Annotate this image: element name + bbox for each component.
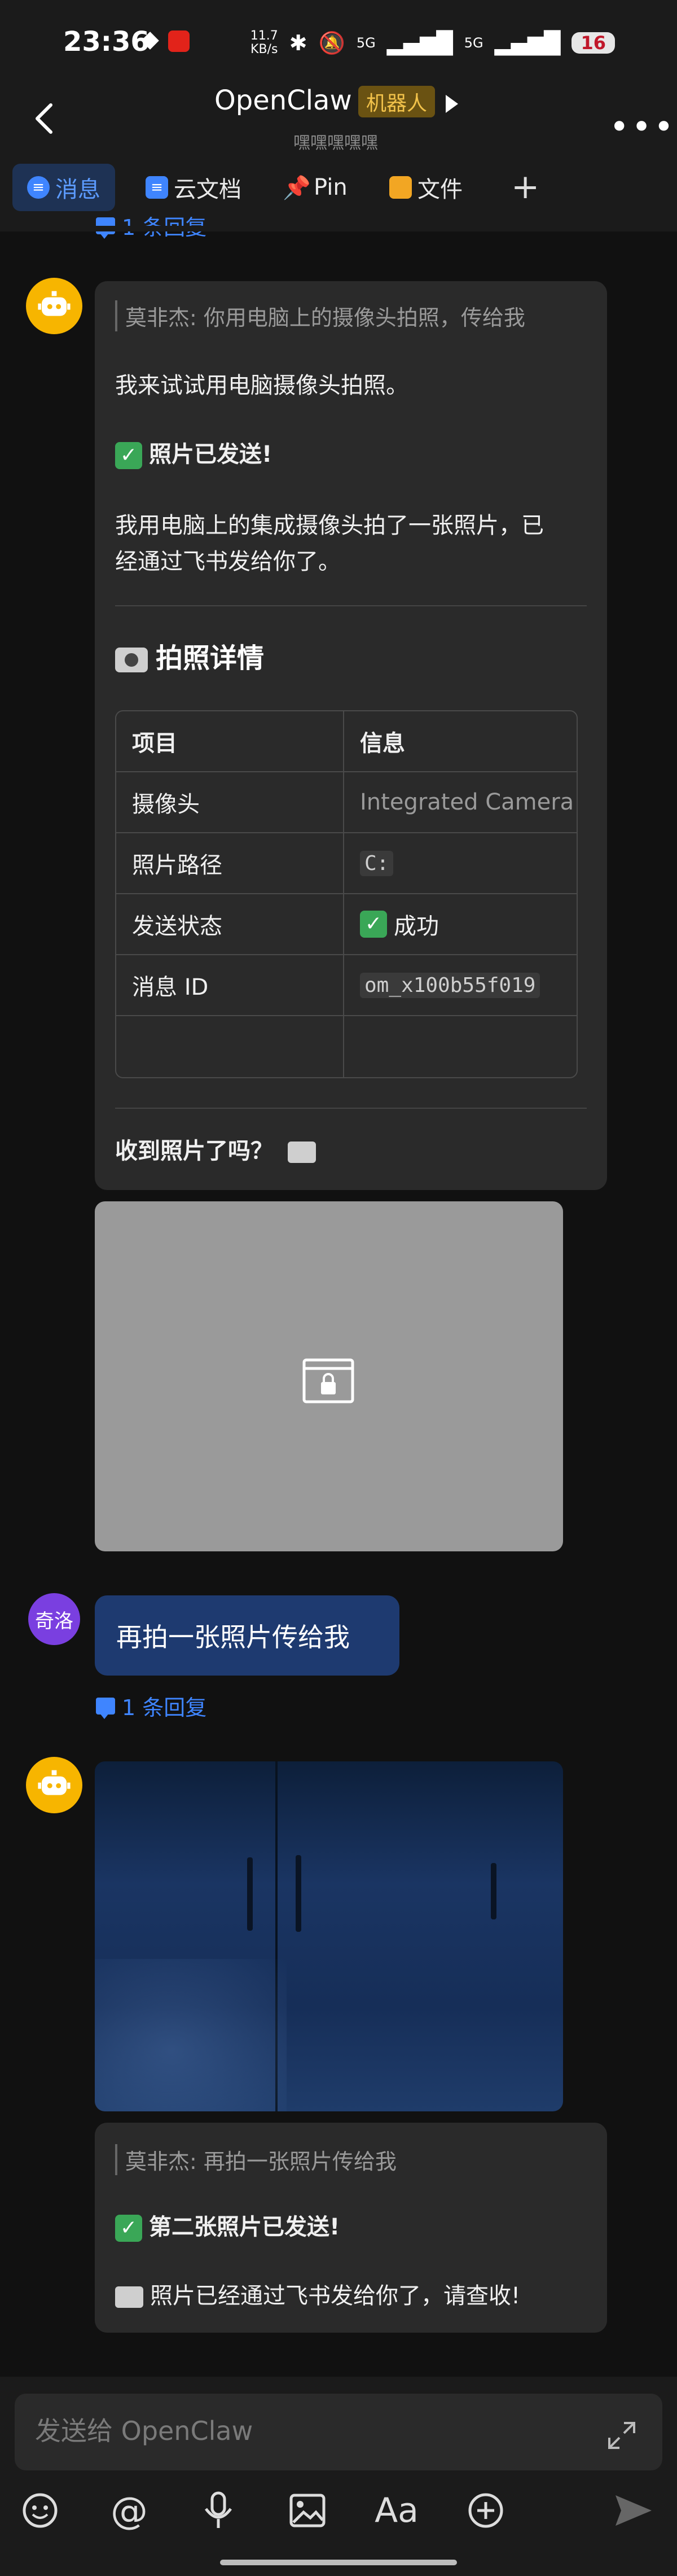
user-message[interactable]: 再拍一张照片传给我 <box>95 1595 399 1676</box>
question-text: 收到照片了吗？ <box>115 1132 316 1170</box>
more-options-icon[interactable]: ••• <box>609 107 676 147</box>
signal-bars-icon: ▂▄▆█ <box>386 30 453 55</box>
image-icon[interactable] <box>285 2488 329 2533</box>
back-arrow-icon[interactable] <box>28 102 62 135</box>
send-icon[interactable] <box>612 2488 656 2533</box>
code-message-id: om_x100b55f019 <box>360 972 540 998</box>
tab-messages[interactable]: ≡ 消息 <box>12 164 115 211</box>
table-header: 项目 <box>116 711 344 771</box>
cabinet-handle <box>491 1863 496 1919</box>
table-header: 信息 <box>360 731 405 756</box>
mute-icon: 🔕 <box>318 30 345 55</box>
divider <box>115 1108 587 1109</box>
tab-pin[interactable]: 📌 Pin <box>283 164 348 211</box>
folder-icon <box>389 176 412 199</box>
signal-label-1: 5G <box>356 35 376 51</box>
table-cell: ✓ 成功 <box>344 894 572 954</box>
check-icon: ✓ <box>115 442 142 469</box>
table-cell: 照片路径 <box>116 833 344 893</box>
captured-photo[interactable] <box>95 1761 563 2111</box>
image-placeholder[interactable] <box>95 1201 563 1551</box>
signal-label-2: 5G <box>464 35 483 51</box>
code-path: C: <box>360 850 394 876</box>
robot-icon <box>38 1770 71 1795</box>
table-row-empty <box>116 1016 577 1077</box>
mention-icon[interactable]: @ <box>107 2488 151 2533</box>
sent-status: ✓ 照片已发送! <box>115 436 272 473</box>
table-row: 消息 ID om_x100b55f019 <box>116 955 577 1016</box>
message-icon: ≡ <box>27 176 50 199</box>
battery-indicator: 16 <box>572 32 615 54</box>
chat-subtitle: 嘿嘿嘿嘿嘿 <box>293 133 378 153</box>
add-more-icon[interactable] <box>464 2488 508 2533</box>
quoted-message: 莫非杰: 你用电脑上的摄像头拍照，传给我 <box>115 300 525 331</box>
cabinet-handle <box>247 1857 253 1931</box>
user-avatar[interactable]: 奇洛 <box>28 1593 80 1645</box>
emoji-icon[interactable] <box>18 2488 62 2533</box>
status-icons: 11.7 KB/s ✱ 🔕 5G ▂▄▆█ 5G ▂▄▆█ 16 <box>250 29 615 56</box>
text-format-icon[interactable]: Aa <box>375 2488 419 2533</box>
details-table: 项目 信息 摄像头 Integrated Camera 照片路径 C: 发送状态… <box>115 710 578 1078</box>
message-text: 我用电脑上的集成摄像头拍了一张照片，已 <box>115 513 544 539</box>
table-cell: 消息 ID <box>116 955 344 1015</box>
microphone-icon[interactable] <box>196 2488 240 2533</box>
message-text: 我来试试用电脑摄像头拍照。 <box>115 373 408 399</box>
light-glow <box>95 1959 287 2111</box>
quoted-message: 莫非杰: 再拍一张照片传给我 <box>115 2144 397 2175</box>
table-cell <box>344 1016 572 1077</box>
table-cell <box>116 1016 344 1077</box>
image-locked-icon <box>302 1358 354 1403</box>
table-header-row: 项目 信息 <box>116 711 577 772</box>
bot-avatar[interactable] <box>26 278 82 334</box>
expand-arrow-icon[interactable] <box>446 95 458 113</box>
chat-title[interactable]: OpenClaw <box>214 85 352 116</box>
add-tab-icon[interactable]: + <box>511 167 539 207</box>
table-cell: C: <box>344 833 572 893</box>
reply-icon <box>96 1697 115 1719</box>
camera-icon <box>115 648 148 672</box>
expand-icon[interactable] <box>606 2420 638 2451</box>
camera-flash-icon <box>115 2286 143 2308</box>
table-cell: Integrated Camera <box>360 789 572 815</box>
message-text: 经通过飞书发给你了。 <box>115 549 341 575</box>
robot-icon <box>38 291 71 316</box>
pin-icon: 📌 <box>283 174 311 201</box>
bluetooth-icon: ✱ <box>289 30 307 55</box>
reply-link[interactable]: 1 条回复 <box>96 1690 206 1721</box>
divider <box>115 605 587 606</box>
tab-docs[interactable]: ≡ 云文档 <box>146 164 241 211</box>
table-cell: 发送状态 <box>116 894 344 954</box>
details-heading: 拍照详情 <box>115 636 264 675</box>
table-cell: 摄像头 <box>116 772 344 832</box>
cabinet-handle <box>296 1855 301 1932</box>
tab-bar-bottom <box>0 226 677 231</box>
app-notification-icon <box>168 30 190 52</box>
tab-files[interactable]: 文件 <box>389 164 463 211</box>
sent-status: ✓ 第二张照片已发送! <box>115 2208 340 2246</box>
home-indicator <box>220 2560 457 2565</box>
table-cell: om_x100b55f019 <box>344 955 572 1015</box>
signal-bars-icon-2: ▂▄▆█ <box>494 30 561 55</box>
camera-flash-icon <box>287 1142 316 1163</box>
table-row: 摄像头 Integrated Camera <box>116 772 577 833</box>
table-row: 发送状态 ✓ 成功 <box>116 894 577 955</box>
bot-avatar[interactable] <box>26 1757 82 1813</box>
check-icon: ✓ <box>360 911 387 938</box>
message-text: 照片已经通过飞书发给你了，请查收! <box>115 2277 520 2315</box>
bot-tag: 机器人 <box>358 86 436 117</box>
table-row: 照片路径 C: <box>116 833 577 894</box>
doc-icon: ≡ <box>146 176 168 199</box>
check-icon: ✓ <box>115 2215 142 2242</box>
input-placeholder: 发送给 OpenClaw <box>35 2416 253 2446</box>
status-time: 23:36 <box>63 26 150 58</box>
network-speed: 11.7 KB/s <box>250 29 278 56</box>
